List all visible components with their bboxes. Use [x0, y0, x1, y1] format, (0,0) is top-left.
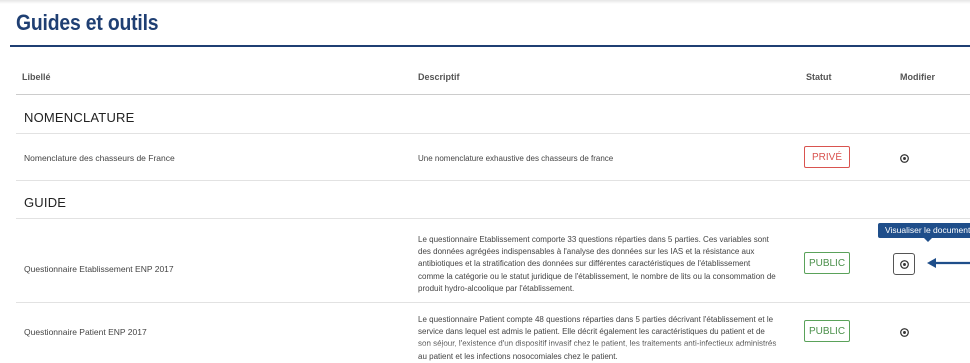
- row-descriptif: Le questionnaire Etablissement comporte …: [418, 235, 776, 293]
- page-top-shadow: [0, 0, 970, 4]
- view-document-button[interactable]: [897, 325, 911, 339]
- row-libelle: Questionnaire Etablissement ENP 2017: [24, 264, 174, 274]
- column-header-libelle[interactable]: Libellé: [22, 72, 51, 82]
- section-title-guide: GUIDE: [24, 195, 67, 210]
- row-libelle: Questionnaire Patient ENP 2017: [24, 327, 147, 337]
- eye-icon: [899, 153, 909, 163]
- row-divider: [16, 218, 970, 219]
- header-divider: [16, 94, 970, 95]
- column-header-descriptif[interactable]: Descriptif: [418, 72, 460, 82]
- row-divider: [16, 302, 970, 303]
- status-badge-public: PUBLIC: [804, 252, 850, 274]
- page-title: Guides et outils: [16, 10, 159, 35]
- row-descriptif: Une nomenclature exhaustive des chasseur…: [418, 154, 614, 163]
- section-title-nomenclature: NOMENCLATURE: [24, 110, 135, 125]
- column-header-modifier: Modifier: [900, 72, 935, 82]
- eye-icon: [899, 259, 909, 269]
- status-badge-public: PUBLIC: [804, 320, 850, 342]
- view-document-button[interactable]: [897, 151, 911, 165]
- tooltip-visualiser: Visualiser le document: [878, 223, 970, 242]
- eye-icon: [899, 327, 909, 337]
- row-libelle: Nomenclature des chasseurs de France: [24, 153, 175, 163]
- row-descriptif: Le questionnaire Patient compte 48 quest…: [418, 315, 776, 361]
- status-badge-prive: PRIVÉ: [804, 146, 850, 168]
- bottom-fade: [0, 342, 970, 352]
- view-document-button[interactable]: [893, 253, 915, 275]
- column-header-statut[interactable]: Statut: [806, 72, 832, 82]
- title-underline: [10, 45, 970, 47]
- arrow-left-icon: [927, 258, 970, 268]
- row-divider: [16, 133, 970, 134]
- row-divider: [16, 180, 970, 181]
